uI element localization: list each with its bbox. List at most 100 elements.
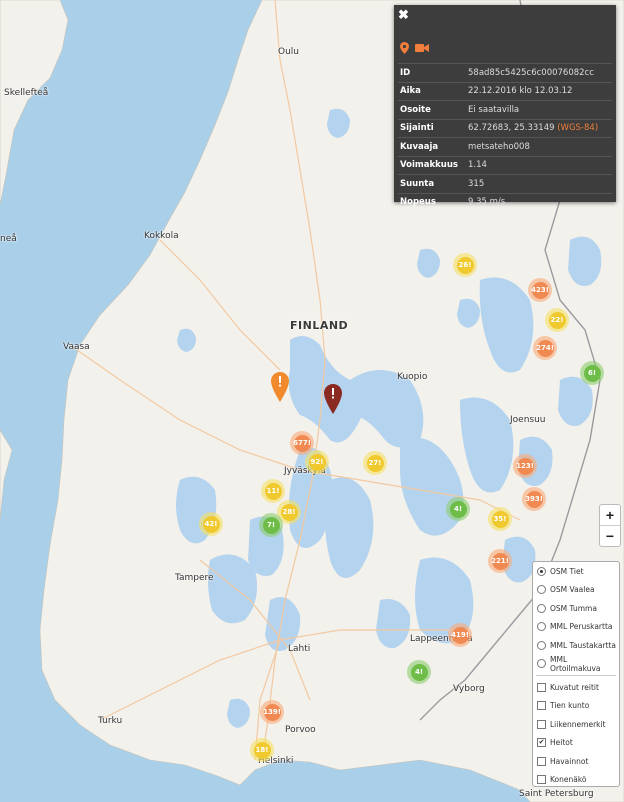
radio-icon[interactable] (537, 603, 546, 613)
cluster-count: 221! (491, 552, 509, 570)
marker-cluster[interactable]: 26! (453, 253, 477, 277)
marker-cluster[interactable]: 92! (305, 450, 329, 474)
radio-icon[interactable] (537, 622, 546, 632)
cluster-count: 4! (410, 663, 428, 681)
marker-cluster[interactable]: 35! (488, 507, 512, 531)
detail-key: Suunta (398, 174, 466, 193)
place-label: Vyborg (453, 684, 485, 694)
wgs-link[interactable]: (WGS-84) (557, 123, 598, 133)
detail-value: 58ad85c5425c6c00076082cc (466, 63, 612, 82)
layer-label: Tien kunto (550, 701, 590, 711)
checkbox-icon[interactable] (537, 719, 546, 729)
detail-value: metsateho008 (466, 137, 612, 156)
cluster-count: 393! (525, 490, 543, 508)
marker-cluster[interactable]: 123! (513, 454, 537, 478)
cluster-count: 423! (531, 281, 549, 299)
marker-cluster[interactable]: 27! (363, 451, 387, 475)
detail-value: 9.35 m/s (466, 192, 612, 211)
overlay-konenako[interactable]: Konenäkö (533, 771, 619, 790)
close-icon[interactable]: ✖ (398, 8, 409, 22)
marker-cluster[interactable]: 22! (545, 308, 569, 332)
radio-icon[interactable] (537, 585, 546, 595)
layer-label: OSM Tumma (550, 603, 597, 613)
detail-key: Aika (398, 81, 466, 101)
selected-marker-icon[interactable] (324, 384, 342, 419)
detail-key: Nopeus (398, 192, 466, 211)
detail-row-speed: Nopeus 9.35 m/s (398, 192, 612, 211)
marker-cluster[interactable]: 274! (533, 336, 557, 360)
cluster-count: 35! (491, 510, 509, 528)
marker-cluster[interactable]: 4! (446, 497, 470, 521)
video-camera-icon[interactable] (415, 42, 429, 56)
detail-row-id: ID 58ad85c5425c6c00076082cc (398, 63, 612, 82)
layer-label: OSM Vaalea (550, 585, 595, 595)
place-label: Joensuu (510, 415, 546, 425)
marker-cluster[interactable]: 393! (522, 487, 546, 511)
place-label: Tampere (175, 573, 214, 583)
marker-cluster[interactable]: 4! (407, 660, 431, 684)
base-layer-mml-peruskartta[interactable]: MML Peruskartta (533, 618, 619, 637)
place-label: Turku (98, 716, 123, 726)
overlay-heitot[interactable]: ✔ Heitot (533, 734, 619, 753)
marker-cluster[interactable]: 11! (261, 479, 285, 503)
marker-cluster[interactable]: 423! (528, 278, 552, 302)
radio-icon[interactable] (537, 640, 546, 650)
place-label: Vaasa (63, 342, 90, 352)
checkbox-icon[interactable] (537, 775, 546, 785)
cluster-count: 677! (293, 434, 311, 452)
marker-cluster[interactable]: 221! (488, 549, 512, 573)
base-layer-mml-taustakartta[interactable]: MML Taustakartta (533, 636, 619, 655)
place-label: Oulu (278, 47, 299, 57)
cluster-count: 28! (280, 503, 298, 521)
marker-cluster[interactable]: 6! (580, 361, 604, 385)
marker-cluster[interactable]: 139! (260, 700, 284, 724)
checkbox-icon[interactable] (537, 756, 546, 766)
detail-row-intensity: Voimakkuus 1.14 (398, 155, 612, 175)
radio-selected-icon[interactable] (537, 566, 546, 576)
overlay-kuvatut-reitit[interactable]: Kuvatut reitit (533, 678, 619, 697)
zoom-control: + − (599, 504, 621, 547)
place-label: Kokkola (144, 231, 179, 241)
overlay-liikennemerkit[interactable]: Liikennemerkit (533, 715, 619, 734)
place-label: neå (0, 234, 17, 244)
overlay-havainnot[interactable]: Havainnot (533, 752, 619, 771)
cluster-count: 42! (202, 515, 220, 533)
cluster-count: 7! (262, 516, 280, 534)
layer-label: Kuvatut reitit (550, 682, 599, 692)
cluster-count: 419! (451, 626, 469, 644)
coordinates: 62.72683, 25.33149 (468, 123, 555, 134)
layer-label: MML Ortoilmakuva (550, 654, 601, 673)
zoom-in-button[interactable]: + (600, 505, 620, 526)
marker-popup: ✖ ID 58ad85c5425c6c00076082cc Aika 22.12.2… (394, 5, 616, 211)
checkbox-icon[interactable] (537, 682, 546, 692)
cluster-count: 4! (449, 500, 467, 518)
checkbox-icon[interactable] (537, 701, 546, 711)
detail-row-photographer: Kuvaaja metsateho008 (398, 137, 612, 156)
layer-label: OSM Tiet (550, 566, 584, 576)
base-layer-osm-tumma[interactable]: OSM Tumma (533, 599, 619, 618)
base-layer-osm-tiet[interactable]: OSM Tiet (533, 562, 619, 581)
place-label: Lahti (288, 644, 311, 654)
zoom-out-button[interactable]: − (600, 526, 620, 546)
base-layer-osm-vaalea[interactable]: OSM Vaalea (533, 581, 619, 600)
checkbox-checked-icon[interactable]: ✔ (537, 738, 546, 748)
marker-cluster[interactable]: 419! (448, 623, 472, 647)
marker-cluster[interactable]: 18! (250, 738, 274, 762)
layer-label: Heitot (550, 738, 573, 748)
base-layer-mml-ortoilmakuva[interactable]: MML Ortoilmakuva (533, 655, 619, 674)
radio-icon[interactable] (537, 659, 546, 669)
orange-marker-icon[interactable] (271, 372, 289, 407)
country-label: FINLAND (290, 319, 349, 332)
layer-label: Liikennemerkit (550, 719, 606, 729)
overlay-tien-kunto[interactable]: Tien kunto (533, 697, 619, 716)
layer-divider (536, 675, 616, 676)
detail-row-time: Aika 22.12.2016 klo 12.03.12 (398, 81, 612, 101)
detail-row-direction: Suunta 315 (398, 174, 612, 193)
marker-cluster[interactable]: 42! (199, 512, 223, 536)
place-label: Skellefteå (4, 88, 49, 98)
layer-label: MML Taustakartta (550, 640, 617, 650)
detail-value: 62.72683, 25.33149 (WGS-84) (466, 118, 612, 138)
detail-row-location: Sijainti 62.72683, 25.33149 (WGS-84) (398, 118, 612, 138)
marker-cluster[interactable]: 7! (259, 513, 283, 537)
detail-value: Ei saatavilla (466, 100, 612, 119)
